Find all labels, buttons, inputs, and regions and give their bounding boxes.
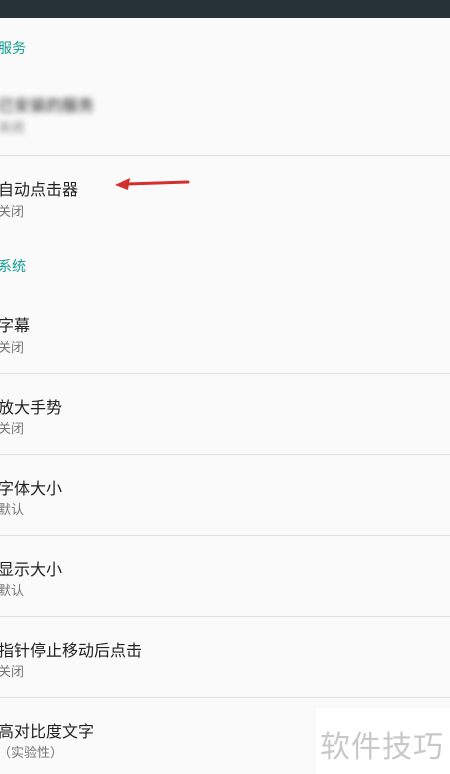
setting-item-title: 字幕 [0, 316, 31, 335]
setting-item-title: 高对比度文字 [0, 722, 95, 741]
setting-item-summary: 关闭 [0, 205, 25, 220]
setting-item-title: 指针停止移动后点击 [0, 641, 143, 660]
setting-item-summary: 关闭 [0, 422, 25, 437]
setting-item-title: 自动点击器 [0, 180, 79, 199]
setting-item-title: 已安装的服务 [0, 96, 95, 115]
setting-item-summary: 关闭 [0, 121, 25, 136]
watermark: 软件技巧 [316, 708, 450, 774]
setting-item-title: 显示大小 [0, 560, 63, 579]
setting-item-summary: 默认 [0, 584, 25, 599]
section-title-services: 服务 [0, 41, 26, 57]
setting-item-summary: 关闭 [0, 665, 25, 680]
setting-item-summary: 关闭 [0, 341, 25, 356]
watermark-text: 软件技巧 [320, 730, 444, 765]
setting-item-auto-clicker[interactable]: 自动点击器 关闭 [0, 156, 450, 236]
setting-item-summary: 默认 [0, 503, 25, 518]
accessibility-settings-screen: 服务 已安装的服务 关闭 自动点击器 关闭 系统 字幕 关闭 放大手势 关闭 字… [0, 0, 450, 774]
setting-item-font-size[interactable]: 字体大小 默认 [0, 455, 450, 535]
setting-item-title: 放大手势 [0, 398, 63, 417]
status-bar [0, 0, 450, 18]
setting-item-installed-service[interactable]: 已安装的服务 关闭 [0, 76, 450, 155]
setting-item-title: 字体大小 [0, 479, 63, 498]
setting-item-captions[interactable]: 字幕 关闭 [0, 294, 450, 373]
setting-item-display-size[interactable]: 显示大小 默认 [0, 536, 450, 616]
red-arrow-annotation-icon [115, 178, 190, 190]
setting-item-magnification[interactable]: 放大手势 关闭 [0, 374, 450, 454]
section-title-system: 系统 [0, 259, 26, 275]
setting-item-summary: （实验性） [0, 746, 64, 761]
setting-item-dwell-click[interactable]: 指针停止移动后点击 关闭 [0, 617, 450, 697]
